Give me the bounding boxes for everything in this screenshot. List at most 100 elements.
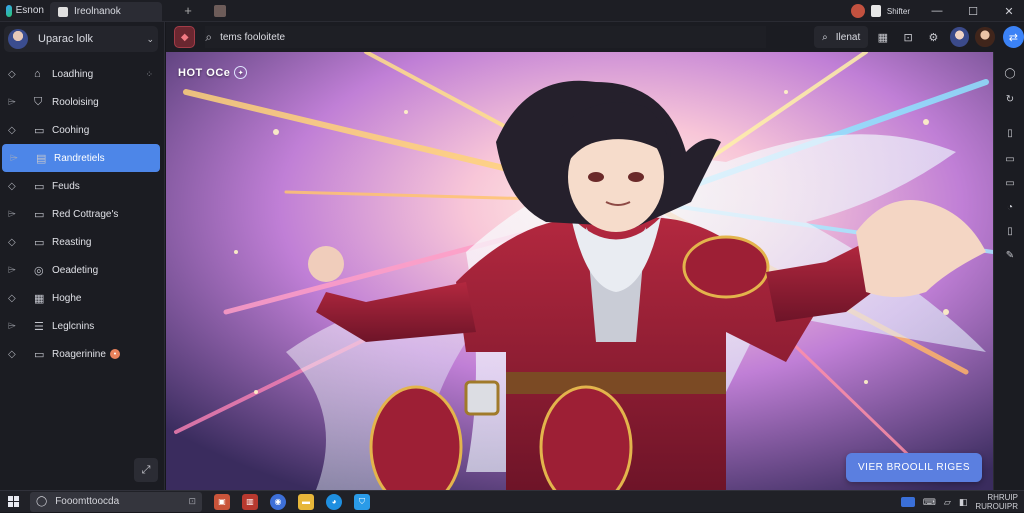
page-title-text: HOT OCe [178,66,231,79]
browser-tab[interactable]: Ireolnanok [50,1,162,22]
clock[interactable]: RHRUIP RUROUIPR [975,493,1018,511]
cta-button[interactable]: VIER BROOLIL RIGES [846,453,982,482]
minimize-button[interactable]: — [922,0,952,22]
app-icon[interactable]: ▣ [214,493,230,510]
expand-icon[interactable]: ◇ [8,125,20,136]
volume-icon[interactable]: ▱ [944,497,951,508]
sidebar-item[interactable]: ⌲ ▤ Randretiels [2,144,160,172]
edit-icon[interactable]: ✎ [1003,248,1017,262]
tab-thumbnail-icon[interactable] [214,4,226,17]
apps-grid-icon[interactable]: ▦ [872,26,893,48]
title-bar: Esnon Ireolnanok + Shifter — ☐ ✕ [0,0,1024,22]
bookmark-icon[interactable]: ▯ [1003,126,1017,140]
search-button-label: Ilenat [835,31,861,43]
sidebar-item[interactable]: ⌲ ▭ Red Cottrage's [0,200,165,228]
clock-time: RHRUIP [987,493,1018,502]
screenshot-icon[interactable]: ⊡ [898,26,919,48]
sidebar: Uparac lolk ⌄ ◇ ⌂ Loadhing ⁘ ⌲ ⛉ Rooloising ◇ ▭ C… [0,22,165,490]
search-icon: ◯ [36,496,48,507]
home-icon: ⌂ [34,68,41,80]
sidebar-item-label: Red Cottrage's [52,208,119,220]
circle-icon[interactable]: ◯ [1003,66,1017,80]
notification-icon[interactable] [870,5,881,17]
sidebar-item[interactable]: ◇ ⌂ Loadhing ⁘ [0,60,165,88]
expand-icon[interactable]: ◇ [8,293,20,304]
sidebar-item-label: Feuds [52,180,80,192]
badge-icon: ✦ [234,66,248,79]
right-rail: ◯ ↻ ▯ ▭ ▭ ◔ ▯ ✎ [993,52,1024,490]
share-button[interactable]: ⇄ [1002,26,1024,48]
sidebar-item-label: Hoghe [52,292,82,304]
taskbar: ◯ Fooomttoocda ⊡ ▣ ▥ ◉ ▬ ◕ ⛉ ⌨ ▱ ◧ RHRUI… [0,490,1024,512]
site-logo-icon[interactable]: ◆ [174,26,196,48]
expand-icon[interactable]: ⌲ [8,321,20,332]
new-tab-button[interactable]: + [176,2,200,20]
sidebar-item-label: Reasting [52,236,92,248]
browser-icon[interactable]: ◉ [270,493,286,510]
hero-artwork: HOT OCe ✦ VIER BROOLIL RIGES [166,52,993,490]
expand-icon[interactable]: ◇ [8,181,20,192]
sidebar-item[interactable]: ⌲ ⛉ Rooloising [0,88,165,116]
expand-icon[interactable]: ⌲ [10,153,22,164]
extension-icon[interactable] [850,4,865,18]
search-button[interactable]: ⌕ Ilenat [814,26,869,48]
sidebar-item[interactable]: ◇ ▭ Feuds [0,172,165,200]
expand-icon[interactable]: ⌲ [8,265,20,276]
refresh-icon[interactable]: ↻ [1003,92,1017,106]
expand-icon[interactable]: ◇ [8,69,20,80]
expand-icon[interactable]: ◇ [8,237,20,248]
status-badge: • [109,349,120,359]
sidebar-item-label: Oeadeting [52,264,99,276]
tab-label: Ireolnanok [74,6,121,17]
keyboard-icon[interactable] [900,497,915,507]
network-icon[interactable]: ⌨ [923,497,936,508]
edge-icon[interactable]: ◕ [326,493,342,510]
sidebar-item[interactable]: ◇ ▭ Coohing [0,116,165,144]
avatar[interactable] [950,27,970,47]
app-logo-icon [6,4,12,17]
app-menu[interactable]: Esnon [0,0,50,22]
camera-icon: ⊡ [188,496,196,506]
profile-label: Shifter [886,6,910,16]
folder-icon[interactable]: ▬ [298,493,314,510]
shield-icon[interactable]: ⛉ [354,493,370,510]
app-icon[interactable]: ▥ [242,493,258,510]
maximize-button[interactable]: ☐ [958,0,988,22]
system-tray: ⌨ ▱ ◧ RHRUIP RUROUIPR [900,491,1018,513]
collapse-sidebar-button[interactable]: ⤢ [134,458,158,482]
avatar[interactable] [975,27,995,47]
sidebar-item[interactable]: ⌲ ☰ Leglcnins [0,312,165,340]
windows-icon [7,496,19,507]
grid-icon: ▦ [34,292,45,305]
expand-icon[interactable]: ⌲ [8,97,20,108]
expand-icon[interactable]: ⌲ [8,209,20,220]
sidebar-item[interactable]: ⌲ ◎ Oeadeting [0,256,165,284]
chat-icon[interactable]: ◔ [1003,200,1017,214]
avatar [8,29,28,49]
copy-icon[interactable]: ▭ [1003,152,1017,166]
sidebar-item-label: Randretiels [54,152,105,164]
search-icon: ⌕ [205,29,213,44]
settings-icon: ◎ [34,264,44,277]
tab-favicon-icon [58,6,68,17]
drag-handle-icon[interactable]: ⁘ [145,69,153,80]
image-icon: ▭ [34,236,45,249]
app-name: Esnon [15,5,44,16]
shield-icon: ⛉ [34,95,43,108]
settings-icon[interactable]: ⚙ [923,26,944,48]
expand-icon[interactable]: ◇ [8,349,20,360]
search-input[interactable]: ⌕ tems fooloitete [205,26,767,48]
sidebar-item[interactable]: ◇ ▦ Hoghe [0,284,165,312]
profile-switcher[interactable]: Uparac lolk ⌄ [4,26,158,52]
start-button[interactable] [0,491,26,513]
sidebar-item-label: Rooloising [52,96,99,108]
sidebar-item[interactable]: ◇ ▭ Roagerinine • [0,340,165,368]
battery-icon[interactable]: ◧ [959,497,968,508]
document-icon: ▤ [36,152,47,165]
sidebar-item[interactable]: ◇ ▭ Reasting [0,228,165,256]
sidebar-nav: ◇ ⌂ Loadhing ⁘ ⌲ ⛉ Rooloising ◇ ▭ Coohing ⌲ ▤ Randre… [0,60,165,368]
note-icon[interactable]: ▭ [1003,176,1017,190]
taskbar-search-input[interactable]: ◯ Fooomttoocda ⊡ [30,491,202,512]
close-button[interactable]: ✕ [994,0,1024,22]
document-icon[interactable]: ▯ [1003,224,1017,238]
